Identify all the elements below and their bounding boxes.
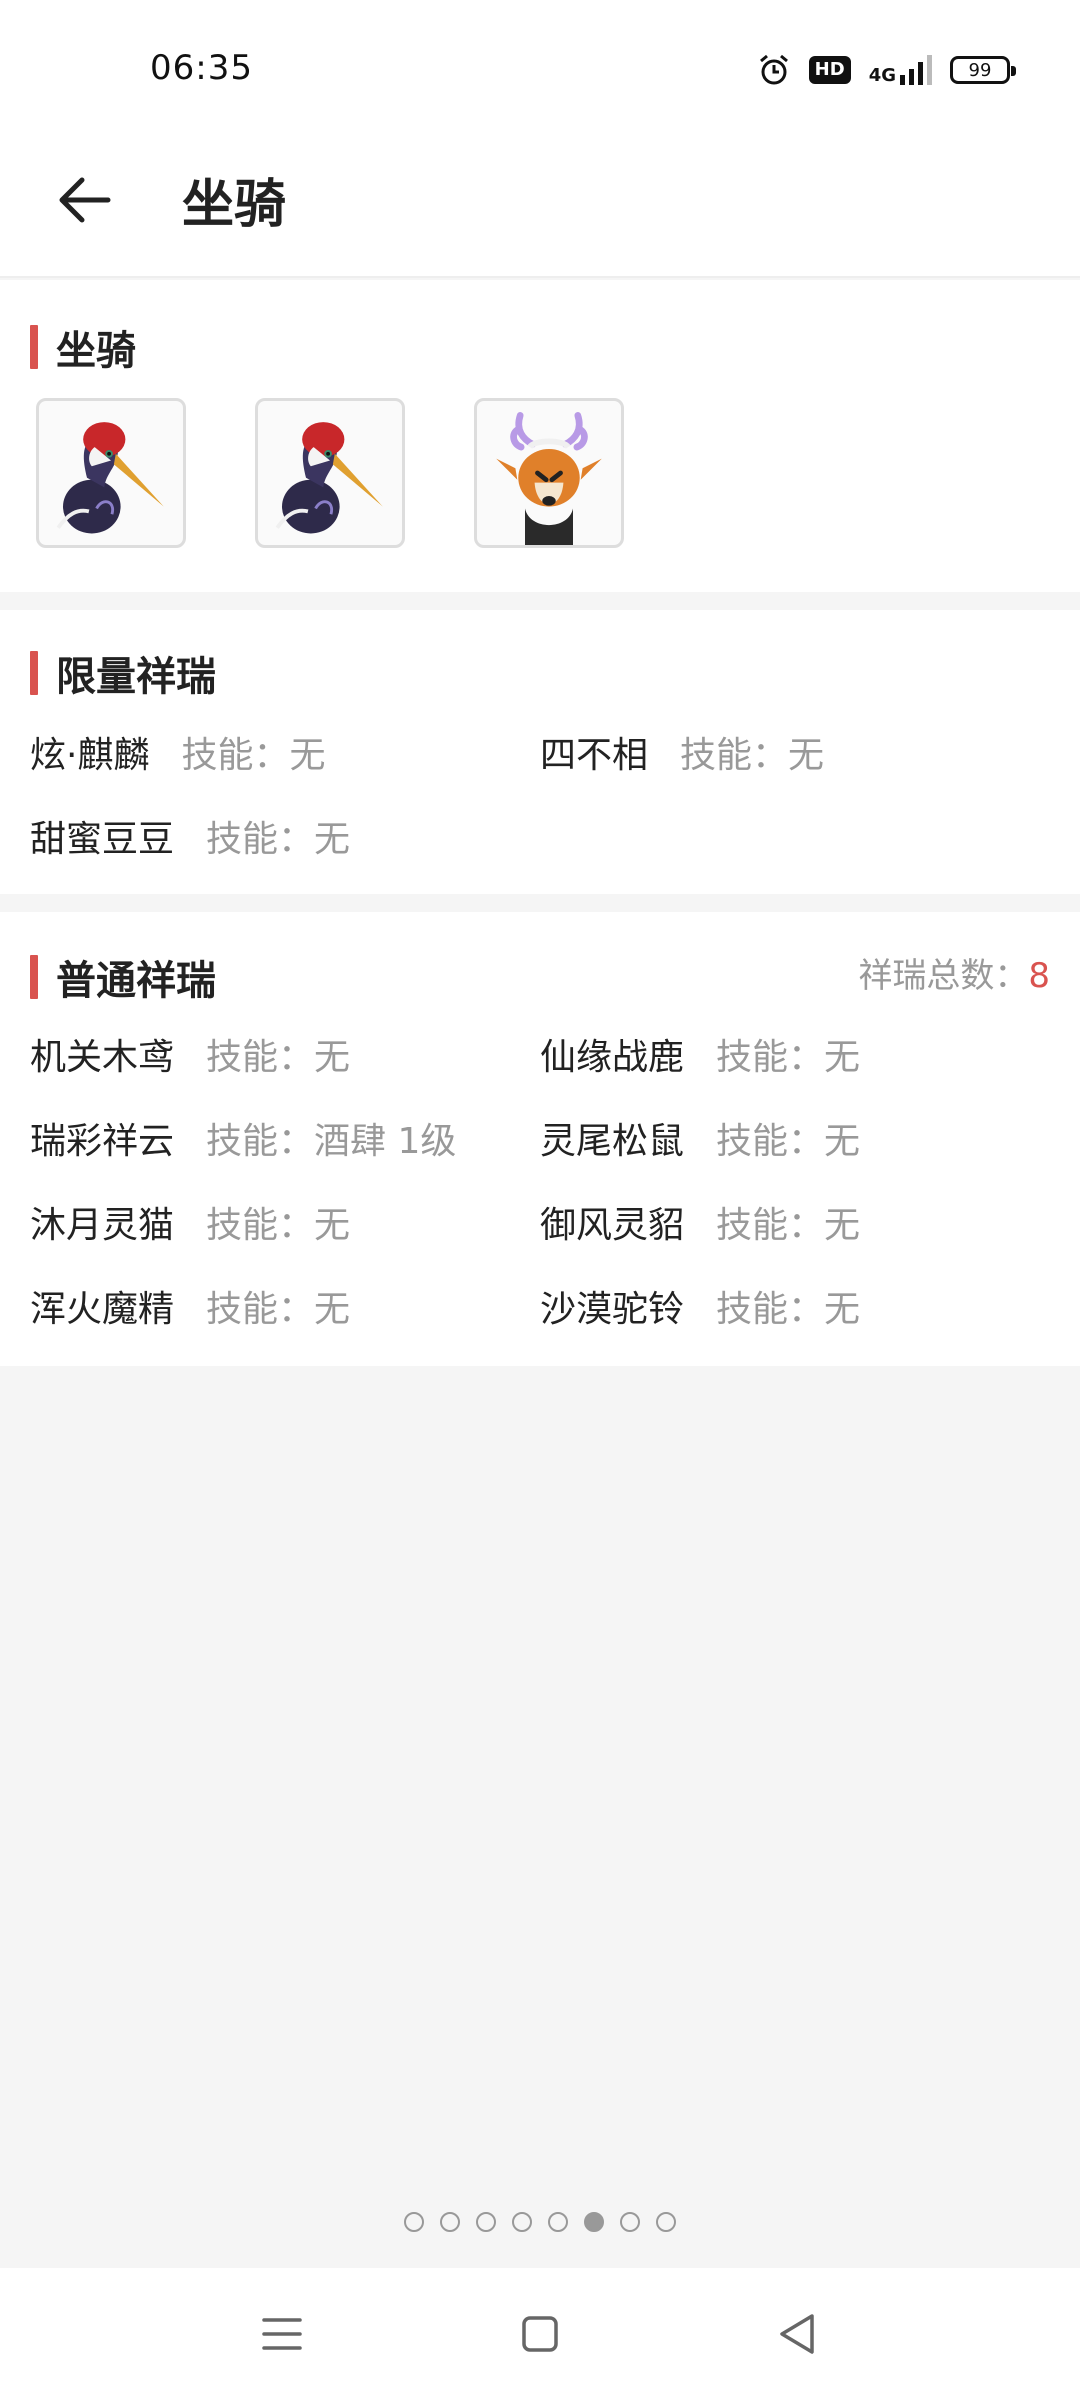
item-skill: 技能：无: [206, 819, 351, 860]
list-item: 沙漠驼铃 技能：无: [540, 1280, 860, 1332]
page-dot[interactable]: [476, 2212, 496, 2232]
list-item: 甜蜜豆豆 技能：无: [30, 810, 350, 862]
list-item: 瑞彩祥云 技能：酒肆 1级: [30, 1112, 456, 1164]
item-name: 炫·麒麟: [30, 735, 150, 776]
list-item: 机关木鸢 技能：无: [30, 1028, 350, 1080]
item-name: 沙漠驼铃: [540, 1289, 685, 1330]
battery-level: 99: [968, 59, 992, 81]
page-dot[interactable]: [440, 2212, 460, 2232]
app-header: 坐骑: [0, 140, 1080, 278]
item-skill: 技能：无: [716, 1205, 861, 1246]
page-dot[interactable]: [512, 2212, 532, 2232]
page-indicator: [0, 2212, 1080, 2232]
menu-button[interactable]: [246, 2298, 318, 2370]
signal-indicator: 4G: [869, 55, 932, 85]
home-square-icon: [522, 2316, 558, 2352]
triangle-back-icon: [780, 2314, 814, 2354]
section-accent-bar: [30, 651, 38, 695]
list-item: 炫·麒麟 技能：无: [30, 726, 325, 778]
crane-mount-icon: [275, 422, 383, 534]
mount-thumb-deer[interactable]: [474, 398, 624, 548]
item-name: 沐月灵猫: [30, 1205, 175, 1246]
battery-icon: 99: [950, 56, 1016, 84]
mounts-section-header: 坐骑: [30, 318, 136, 376]
limited-section-header: 限量祥瑞: [30, 644, 216, 702]
back-arrow-icon: [59, 177, 111, 223]
item-skill: 技能：无: [716, 1121, 861, 1162]
section-accent-bar: [30, 325, 38, 369]
item-skill: 技能：无: [181, 735, 326, 776]
item-name: 仙缘战鹿: [540, 1037, 685, 1078]
list-item: 仙缘战鹿 技能：无: [540, 1028, 860, 1080]
crane-mount-icon: [56, 422, 164, 534]
section-title: 限量祥瑞: [56, 654, 216, 700]
total-count-label: 祥瑞总数：: [858, 956, 1029, 996]
page-dot[interactable]: [620, 2212, 640, 2232]
page-title: 坐骑: [182, 175, 287, 235]
status-icons: HD 4G 99: [757, 50, 1016, 90]
list-item: 御风灵貂 技能：无: [540, 1196, 860, 1248]
section-accent-bar: [30, 955, 38, 999]
menu-icon: [262, 2318, 302, 2350]
total-count-value: 8: [1028, 956, 1050, 996]
item-name: 甜蜜豆豆: [30, 819, 175, 860]
home-button[interactable]: [504, 2298, 576, 2370]
system-nav-bar: [0, 2268, 1080, 2400]
item-skill: 技能：无: [716, 1289, 861, 1330]
normal-card: 普通祥瑞 祥瑞总数：8 机关木鸢 技能：无 仙缘战鹿 技能：无 瑞彩祥云 技能：…: [0, 912, 1080, 1366]
page-dot[interactable]: [548, 2212, 568, 2232]
mount-thumb-crane-2[interactable]: [255, 398, 405, 548]
network-type: 4G: [868, 65, 896, 86]
item-name: 灵尾松鼠: [540, 1121, 685, 1162]
signal-bars-icon: [900, 55, 932, 85]
item-skill: 技能：无: [680, 735, 825, 776]
page-dot[interactable]: [656, 2212, 676, 2232]
back-button[interactable]: [50, 164, 122, 236]
item-name: 浑火魔精: [30, 1289, 175, 1330]
item-name: 御风灵貂: [540, 1205, 685, 1246]
item-skill: 技能：无: [206, 1205, 351, 1246]
normal-section-header: 普通祥瑞: [30, 948, 216, 1006]
status-time: 06:35: [150, 48, 253, 88]
total-count: 祥瑞总数：8: [858, 948, 1050, 997]
item-skill: 技能：无: [206, 1289, 351, 1330]
mount-thumb-crane-1[interactable]: [36, 398, 186, 548]
list-item: 四不相 技能：无: [540, 726, 824, 778]
nav-back-button[interactable]: [762, 2298, 834, 2370]
limited-card: 限量祥瑞 炫·麒麟 技能：无 四不相 技能：无 甜蜜豆豆 技能：无: [0, 610, 1080, 894]
section-title: 坐骑: [56, 328, 136, 374]
alarm-icon: [759, 54, 788, 85]
list-item: 浑火魔精 技能：无: [30, 1280, 350, 1332]
deer-mount-icon: [496, 412, 602, 545]
item-name: 四不相: [540, 735, 649, 776]
list-item: 沐月灵猫 技能：无: [30, 1196, 350, 1248]
item-skill: 技能：无: [716, 1037, 861, 1078]
hd-badge: HD: [808, 56, 851, 84]
section-title: 普通祥瑞: [56, 958, 216, 1004]
item-name: 机关木鸢: [30, 1037, 175, 1078]
page-dot[interactable]: [404, 2212, 424, 2232]
item-skill: 技能：酒肆 1级: [206, 1121, 457, 1162]
status-bar: 06:35 HD 4G 99: [0, 0, 1080, 140]
page-dot[interactable]: [584, 2212, 604, 2232]
item-skill: 技能：无: [206, 1037, 351, 1078]
item-name: 瑞彩祥云: [30, 1121, 175, 1162]
list-item: 灵尾松鼠 技能：无: [540, 1112, 860, 1164]
